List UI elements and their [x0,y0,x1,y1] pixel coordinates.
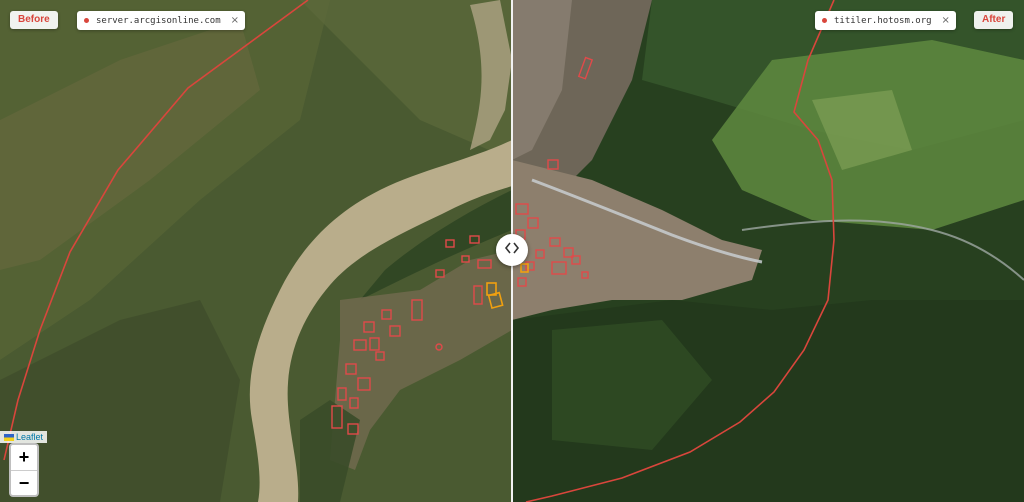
after-source-url: titiler.hotosm.org [834,15,932,26]
before-satellite-imagery[interactable] [0,0,512,502]
before-source-chip[interactable]: server.arcgisonline.com × [77,11,246,30]
before-label: Before [10,11,58,29]
after-map-pane[interactable] [512,0,1024,502]
after-label: After [974,11,1014,29]
status-dot-icon [84,18,89,23]
zoom-control: + − [9,443,39,497]
zoom-out-button[interactable]: − [11,471,37,496]
swipe-handle[interactable] [496,234,528,266]
close-icon[interactable]: × [942,15,950,26]
after-source-chip[interactable]: titiler.hotosm.org × [815,11,956,30]
after-satellite-imagery[interactable] [512,0,1024,502]
chevron-left-right-icon [504,241,520,260]
close-icon[interactable]: × [231,15,239,26]
status-dot-icon [822,18,827,23]
zoom-in-button[interactable]: + [11,445,37,471]
before-map-pane[interactable] [0,0,512,502]
attribution-link[interactable]: Leaflet [16,432,43,442]
ukraine-flag-icon [4,433,14,441]
leaflet-attribution[interactable]: Leaflet [0,431,48,443]
before-source-url: server.arcgisonline.com [96,15,221,26]
